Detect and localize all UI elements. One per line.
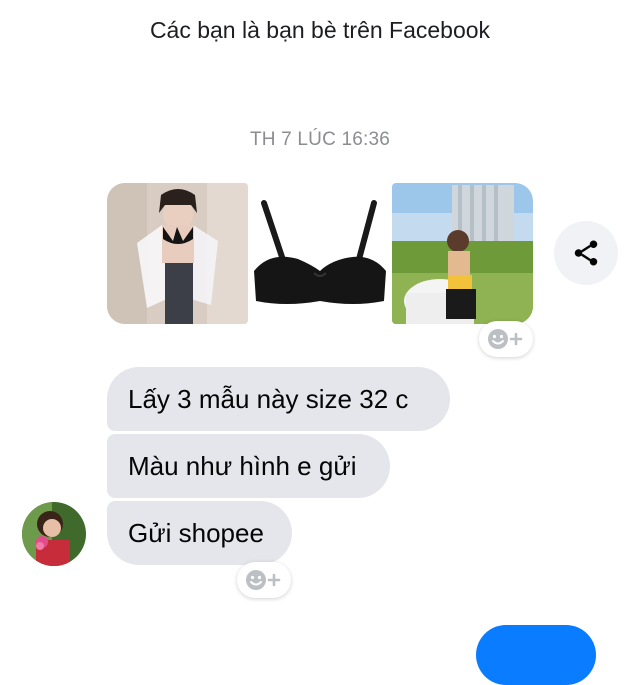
photo-attachment-1[interactable] <box>107 183 248 324</box>
contact-avatar[interactable] <box>22 502 86 566</box>
message-text: Màu như hình e gửi <box>128 450 357 481</box>
share-button[interactable] <box>554 221 618 285</box>
friends-status-text: Các bạn là bạn bè trên Facebook <box>149 17 491 43</box>
add-reaction-button[interactable] <box>479 321 533 357</box>
message-timestamp: TH 7 LÚC 16:36 <box>249 129 391 150</box>
share-icon <box>574 240 598 266</box>
photo-attachment-2[interactable] <box>250 183 390 324</box>
sent-message-bubble[interactable] <box>476 625 596 685</box>
contact-name-fragment <box>275 0 365 4</box>
add-reaction-button[interactable] <box>237 562 291 598</box>
message-bubble-2[interactable]: Màu như hình e gửi <box>107 434 390 498</box>
message-bubble-1[interactable]: Lấy 3 mẫu này size 32 c <box>107 367 450 431</box>
add-reaction-icon <box>488 329 523 349</box>
message-text: Gửi shopee <box>128 517 264 548</box>
add-reaction-icon <box>246 570 281 590</box>
message-text: Lấy 3 mẫu này size 32 c <box>128 383 409 414</box>
photo-attachment-3[interactable] <box>392 183 533 324</box>
message-bubble-3[interactable]: Gửi shopee <box>107 501 292 565</box>
